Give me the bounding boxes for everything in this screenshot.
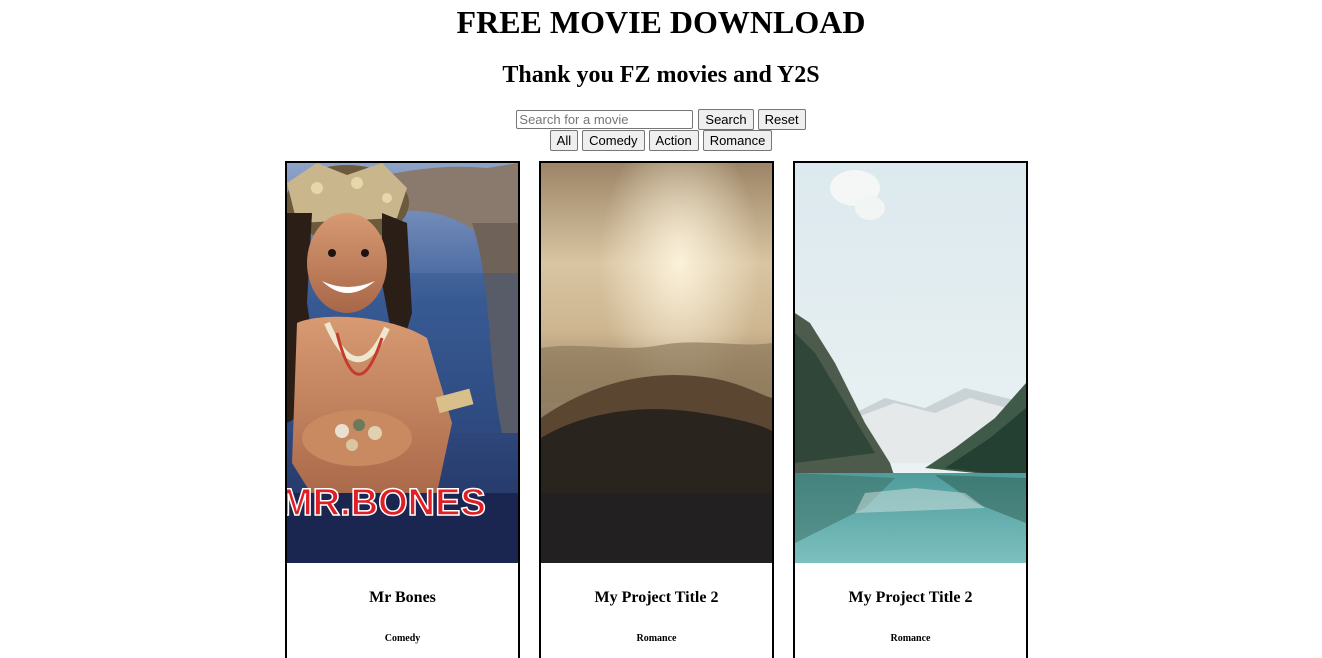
- movie-card[interactable]: My Project Title 2 Romance: [539, 161, 774, 658]
- page-title: FREE MOVIE DOWNLOAD: [456, 4, 866, 40]
- movie-grid: MR.BONES Mr Bones Comedy My Project Titl…: [285, 161, 1028, 658]
- filter-comedy-button[interactable]: Comedy: [582, 130, 645, 151]
- page-subtitle: Thank you FZ movies and Y2S: [502, 62, 820, 88]
- filter-romance-button[interactable]: Romance: [702, 130, 773, 151]
- movie-genre: Comedy: [384, 633, 421, 644]
- search-button[interactable]: Search: [698, 109, 754, 130]
- movie-title: My Project Title 2: [594, 589, 719, 606]
- movie-card[interactable]: My Project Title 2 Romance: [793, 161, 1028, 658]
- movie-poster-image[interactable]: [541, 163, 772, 563]
- search-bar: Search Reset: [0, 109, 1322, 130]
- genre-filter-bar: All Comedy Action Romance: [0, 130, 1322, 151]
- movie-poster-image[interactable]: [795, 163, 1026, 563]
- movie-card[interactable]: MR.BONES Mr Bones Comedy: [285, 161, 520, 658]
- poster-title-text: MR.BONES: [287, 482, 486, 524]
- movie-genre: Romance: [890, 633, 931, 644]
- movie-genre: Romance: [636, 633, 677, 644]
- movie-title: Mr Bones: [369, 589, 436, 606]
- movie-title: My Project Title 2: [848, 589, 973, 606]
- reset-button[interactable]: Reset: [757, 109, 806, 130]
- filter-action-button[interactable]: Action: [648, 130, 699, 151]
- search-input[interactable]: [516, 110, 694, 129]
- filter-all-button[interactable]: All: [549, 130, 579, 151]
- movie-poster-image[interactable]: MR.BONES: [287, 163, 518, 563]
